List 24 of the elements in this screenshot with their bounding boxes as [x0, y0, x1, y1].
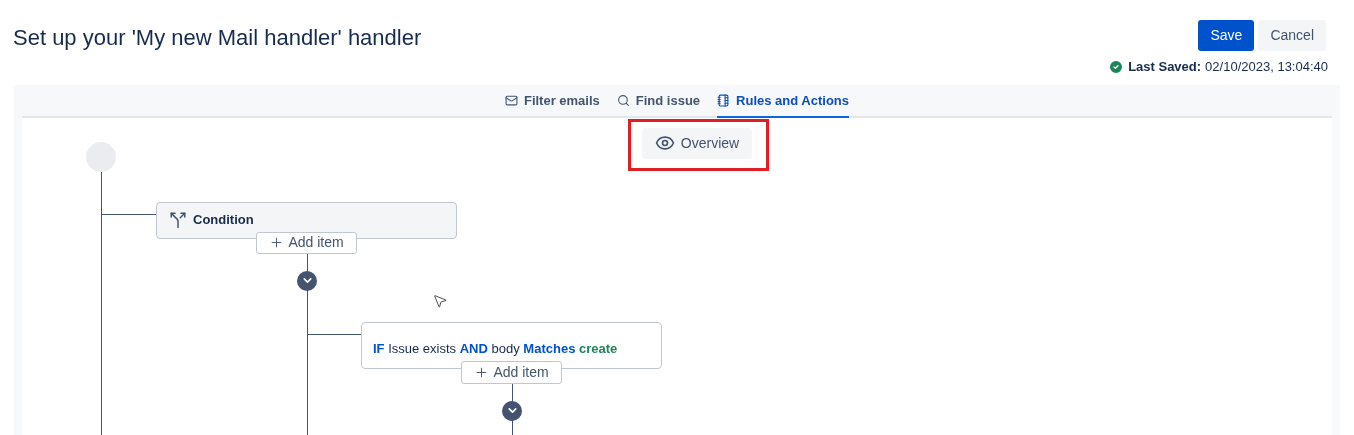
tab[interactable]: Filter emails	[504, 91, 600, 118]
last-saved-time: 02/10/2023, 13:04:40	[1205, 58, 1328, 76]
notebook-icon	[717, 94, 731, 108]
plus-icon	[474, 364, 490, 380]
cancel-button[interactable]: Cancel	[1258, 20, 1326, 51]
start-node	[86, 141, 116, 172]
last-saved-label: Last Saved:	[1128, 58, 1202, 76]
expand-toggle[interactable]	[502, 400, 522, 421]
add-item-button[interactable]: Add item	[461, 360, 562, 384]
add-item-button[interactable]: Add item	[256, 231, 357, 254]
rule-text: IF Issue exists AND body Matches create	[373, 340, 618, 356]
tab[interactable]: Find issue	[616, 91, 701, 118]
save-button[interactable]: Save	[1198, 20, 1255, 51]
page-title: Set up your 'My new Mail handler' handler	[13, 24, 422, 52]
condition-label: Condition	[193, 211, 254, 230]
plus-icon	[269, 235, 285, 250]
mail-icon	[504, 94, 518, 108]
eye-icon	[654, 133, 675, 153]
success-check-icon	[1108, 58, 1125, 75]
overview-button[interactable]: Overview	[642, 127, 752, 159]
search-icon	[616, 94, 630, 108]
split-icon	[169, 211, 187, 229]
expand-toggle[interactable]	[297, 270, 317, 291]
mouse-pointer-icon	[432, 292, 448, 309]
